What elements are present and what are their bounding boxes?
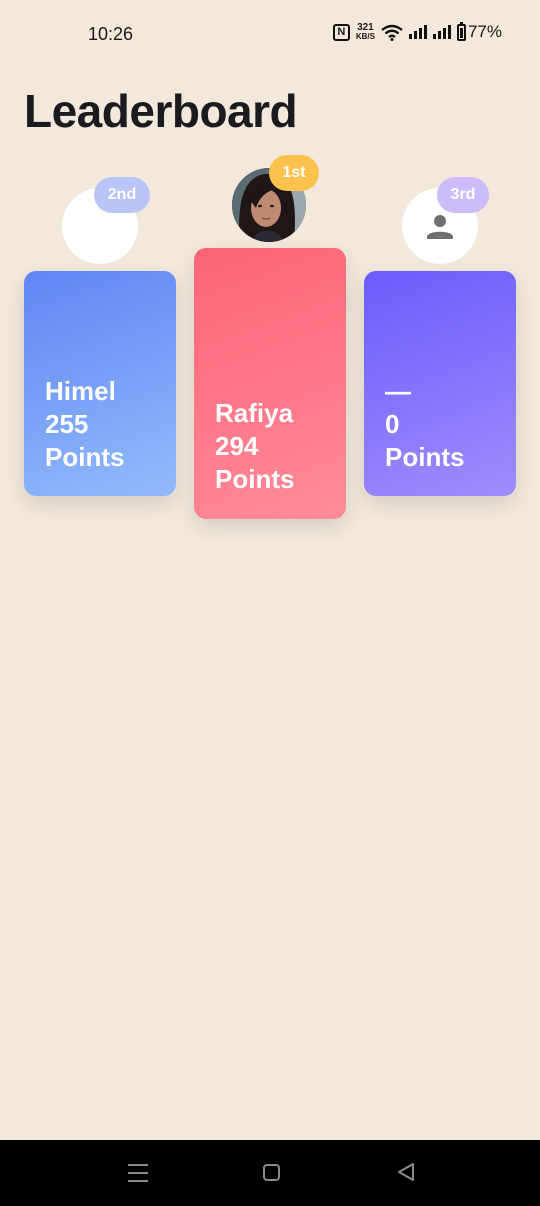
third-place-unit: Points [385,442,465,472]
second-place-rank-badge: 2nd [94,177,150,213]
network-speed-value: 321 [357,22,374,33]
back-icon[interactable] [396,1162,416,1182]
third-place-rank-badge: 3rd [437,177,489,213]
network-speed: 321 KB/S [355,22,375,42]
signal-icon-2 [432,25,451,39]
network-speed-unit: KB/S [355,32,375,41]
second-place-unit: Points [45,442,125,472]
third-place-name: — [385,376,411,406]
home-icon[interactable] [263,1164,280,1181]
second-place-name: Himel [45,376,116,406]
first-place-unit: Points [215,464,295,494]
menu-icon[interactable] [128,1164,148,1182]
second-place-card[interactable]: Himel 255 Points [24,271,176,496]
navigation-bar [0,1140,540,1206]
third-place-score: 0 [385,409,400,439]
third-place-card[interactable]: — 0 Points [364,271,516,496]
second-place-info: Himel 255 Points [45,375,124,474]
second-place-score: 255 [45,409,89,439]
first-place-card[interactable]: Rafiya 294 Points [194,248,346,519]
status-icons: N 321 KB/S 77% [332,21,502,42]
first-place-rank-badge: 1st [269,155,319,191]
nfc-icon: N [332,23,350,41]
battery: 77% [456,21,502,42]
battery-icon [456,21,466,41]
third-place-info: — 0 Points [385,375,464,474]
page-title: Leaderboard [24,85,298,137]
status-time: 10:26 [88,24,134,44]
first-place-info: Rafiya 294 Points [215,397,294,496]
status-bar: 10:26 N 321 KB/S 77% [0,0,540,70]
signal-icon-1 [408,25,427,39]
screen: 10:26 N 321 KB/S 77% Leaderboard 2nd Him… [0,0,540,1206]
battery-level: 77% [467,22,502,41]
first-place-name: Rafiya [215,398,294,428]
first-place-score: 294 [215,431,259,461]
wifi-icon [381,24,403,41]
